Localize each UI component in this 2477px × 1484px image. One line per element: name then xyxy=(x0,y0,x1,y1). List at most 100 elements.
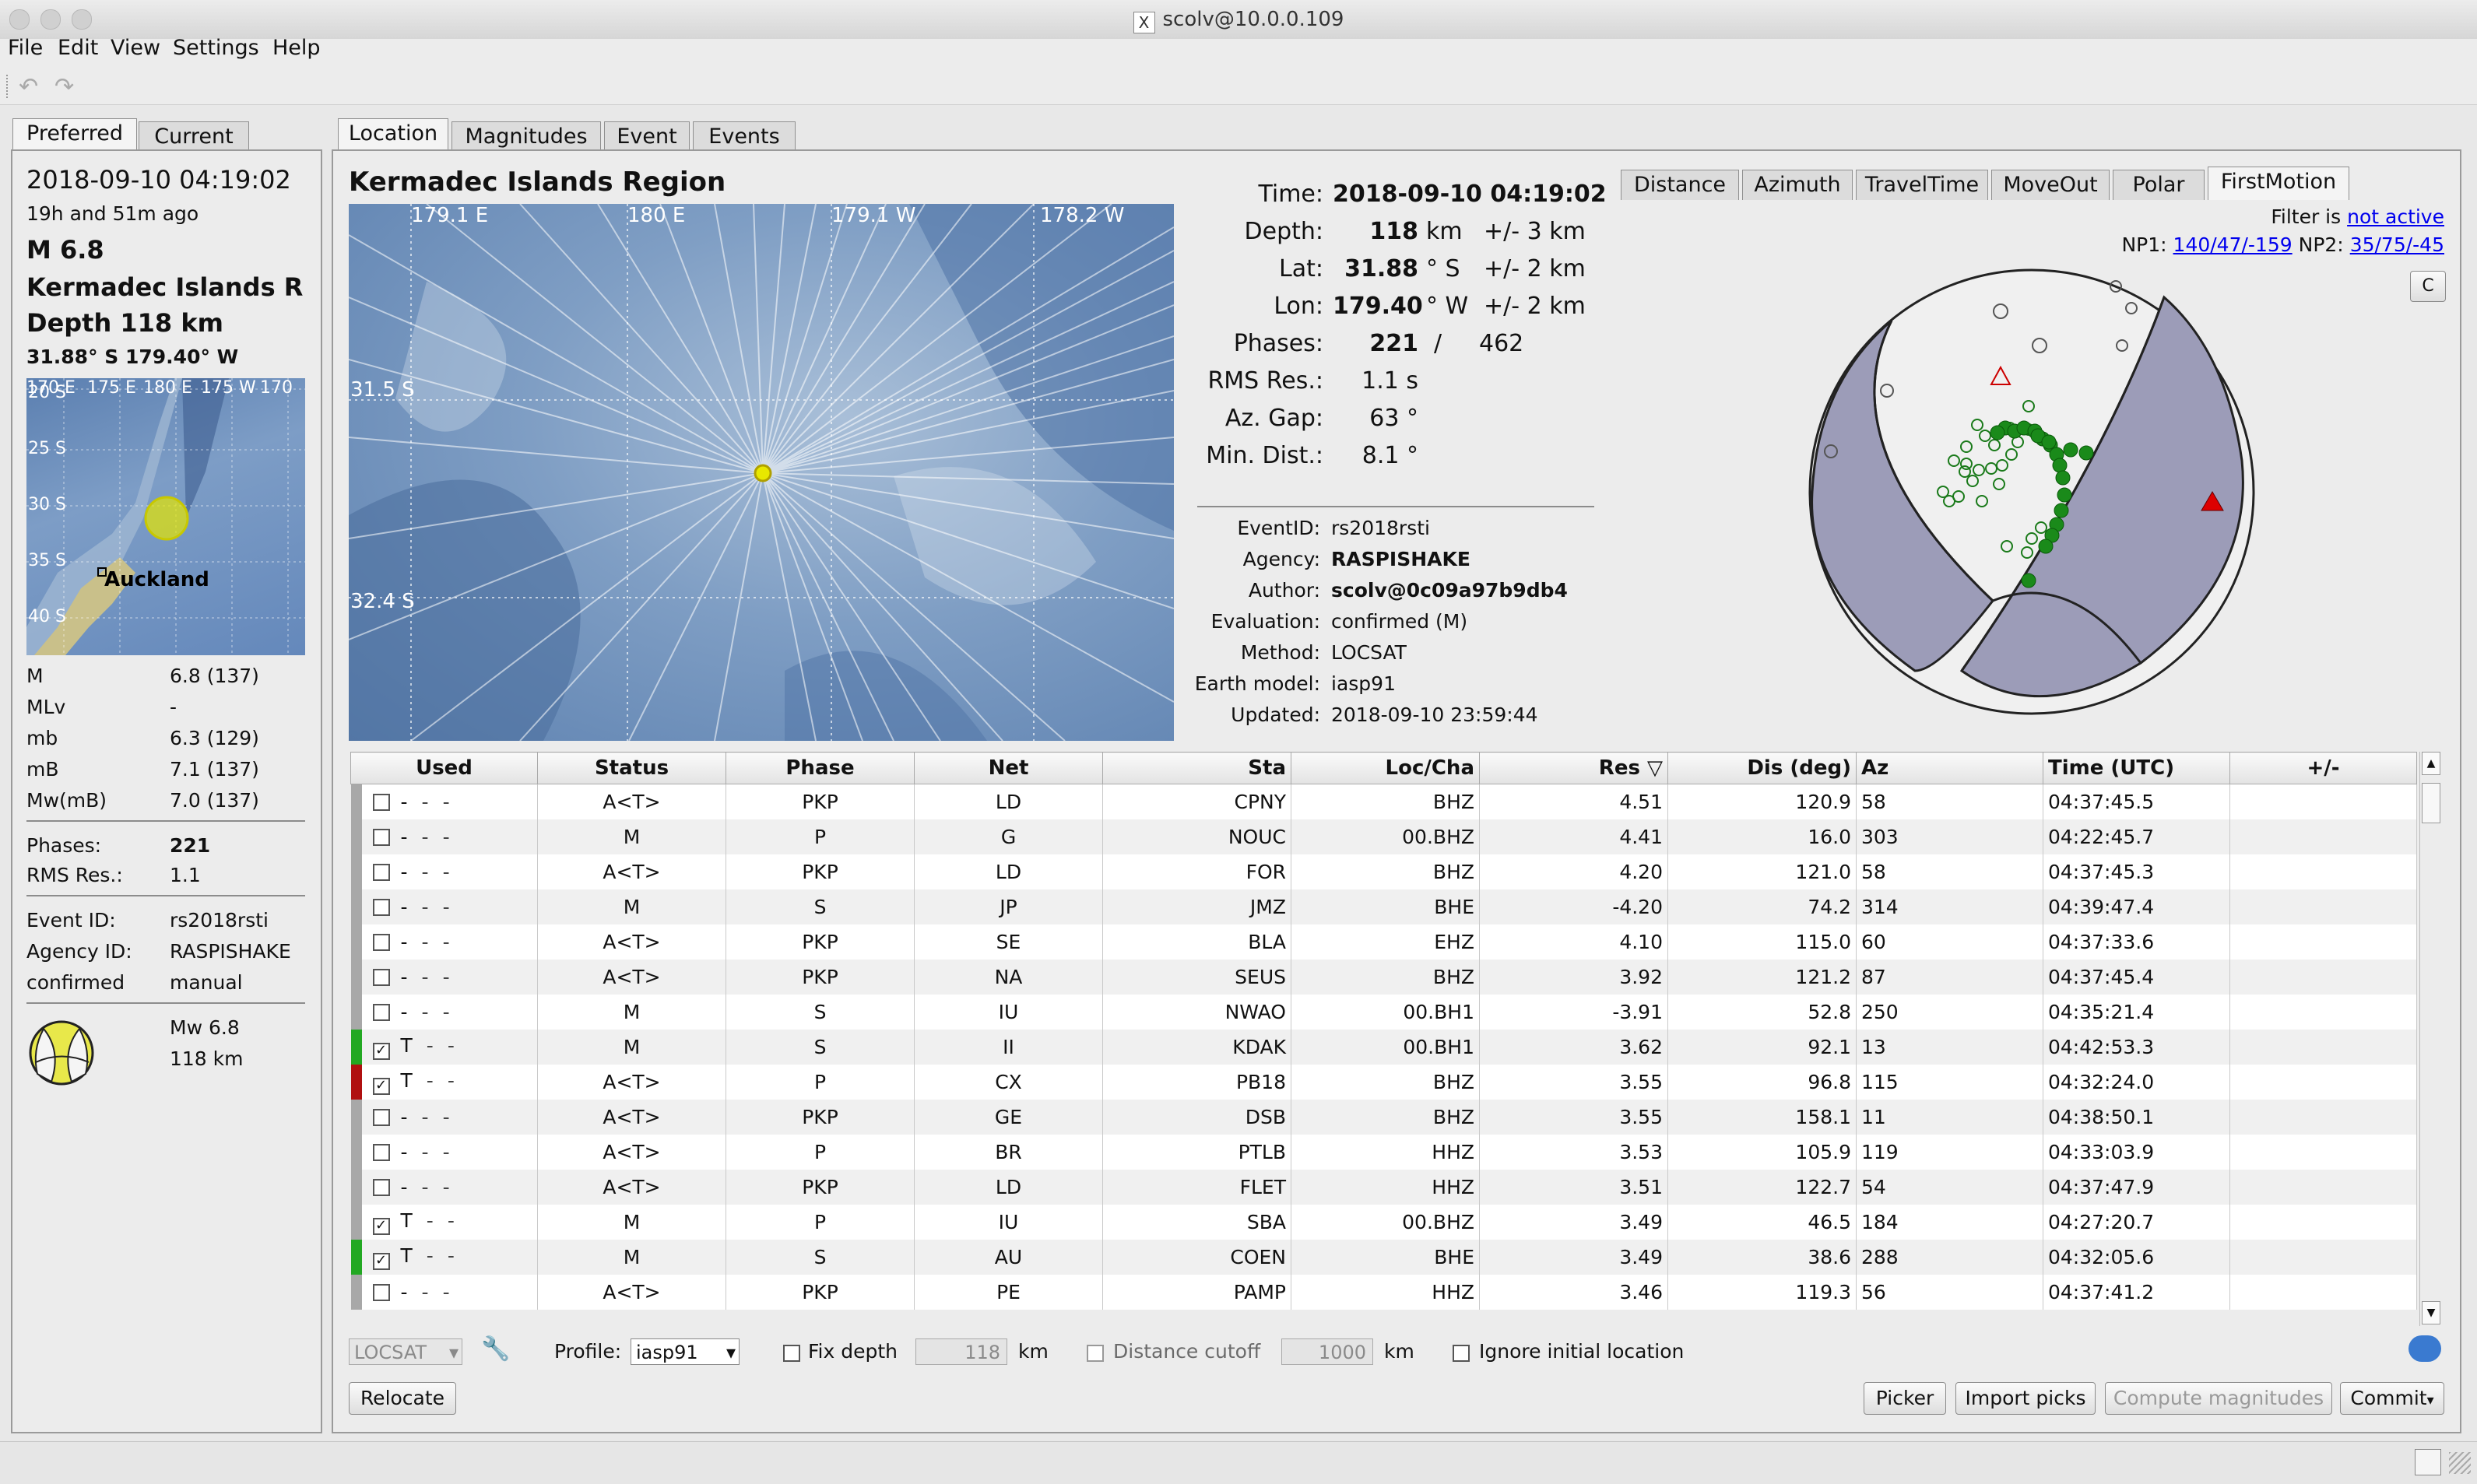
scroll-up-icon[interactable]: ▲ xyxy=(2422,752,2440,775)
used-checkbox[interactable] xyxy=(372,794,390,811)
table-row[interactable]: - - - A<T> PKP NA SEUS BHZ 3.92 121.2 87 04:37:45.4 xyxy=(350,960,2417,995)
fix-depth-checkbox[interactable] xyxy=(783,1345,800,1362)
cell-used[interactable]: --- xyxy=(350,1170,538,1205)
cell-used[interactable]: ✓ T - - xyxy=(350,1205,538,1240)
resize-grip-icon[interactable] xyxy=(2449,1452,2471,1474)
scroll-thumb[interactable] xyxy=(2422,783,2440,823)
tab-preferred[interactable]: Preferred xyxy=(12,118,137,152)
table-row[interactable]: - - - M P G NOUC 00.BHZ 4.41 16.0 303 04:22:45.7 xyxy=(350,819,2417,854)
picks-table[interactable]: Used Status Phase Net Sta Loc/Cha Res ▽ … xyxy=(350,752,2417,1310)
used-checkbox[interactable]: ✓ xyxy=(372,1078,390,1095)
cell-used[interactable]: ✓ T - - xyxy=(350,1240,538,1275)
fix-depth-input[interactable]: 118 xyxy=(915,1338,1007,1365)
import-picks-button[interactable]: Import picks xyxy=(1955,1382,2096,1415)
status-icon[interactable] xyxy=(2415,1449,2441,1475)
menu-view[interactable]: View xyxy=(111,36,160,60)
menu-settings[interactable]: Settings xyxy=(173,36,259,60)
filter-link[interactable]: not active xyxy=(2347,205,2444,228)
table-scrollbar[interactable]: ▲ ▼ xyxy=(2419,752,2440,1326)
profile-select[interactable]: iasp91 ▾ xyxy=(631,1338,740,1365)
col-header-status[interactable]: Status xyxy=(537,752,726,784)
tab-current[interactable]: Current xyxy=(139,121,249,152)
used-checkbox[interactable] xyxy=(372,1109,390,1126)
corner-button[interactable]: C xyxy=(2410,271,2446,302)
table-row[interactable]: - - - A<T> PKP SE BLA EHZ 4.10 115.0 60 04:37:33.6 xyxy=(350,924,2417,960)
cell-used[interactable]: --- xyxy=(350,995,538,1030)
menu-help[interactable]: Help xyxy=(272,36,321,60)
undo-icon[interactable]: ↶ xyxy=(19,73,38,100)
table-row[interactable]: ✓ T - - M S II KDAK 00.BH1 3.62 92.1 13 04:42:53.3 xyxy=(350,1030,2417,1065)
col-header-res[interactable]: Res ▽ xyxy=(1479,752,1668,784)
table-row[interactable]: ✓ T - - A<T> P CX PB18 BHZ 3.55 96.8 115 04:32:24.0 xyxy=(350,1065,2417,1100)
table-row[interactable]: - - - A<T> P BR PTLB HHZ 3.53 105.9 119 04:33:03.9 xyxy=(350,1135,2417,1170)
distance-cutoff-checkbox[interactable] xyxy=(1087,1345,1104,1362)
col-header-loccha[interactable]: Loc/Cha xyxy=(1291,752,1480,784)
tab-firstmotion[interactable]: FirstMotion xyxy=(2208,167,2349,200)
location-map[interactable]: 179.1 E 180 E 179.1 W 178.2 W 31.5 S 32.… xyxy=(349,204,1174,741)
used-checkbox[interactable] xyxy=(372,1179,390,1196)
cell-used[interactable]: --- xyxy=(350,889,538,924)
np2-link[interactable]: 35/75/-45 xyxy=(2350,233,2444,256)
tab-azimuth[interactable]: Azimuth xyxy=(1742,170,1853,200)
tab-polar[interactable]: Polar xyxy=(2113,170,2205,200)
used-checkbox[interactable] xyxy=(372,829,390,846)
menu-edit[interactable]: Edit xyxy=(58,36,98,60)
col-header-time[interactable]: Time (UTC) xyxy=(2043,752,2230,784)
wrench-icon[interactable]: 🔧 xyxy=(481,1335,510,1363)
col-header-dis[interactable]: Dis (deg) xyxy=(1667,752,1857,784)
col-header-err[interactable]: +/- xyxy=(2229,752,2417,784)
table-row[interactable]: - - - A<T> PKP GE DSB BHZ 3.55 158.1 11 04:38:50.1 xyxy=(350,1100,2417,1135)
tab-magnitudes[interactable]: Magnitudes xyxy=(451,121,601,152)
cell-used[interactable]: --- xyxy=(350,924,538,960)
cell-used[interactable]: ✓ T - - xyxy=(350,1065,538,1100)
redo-icon[interactable]: ↷ xyxy=(54,73,74,100)
cell-used[interactable]: --- xyxy=(350,1275,538,1310)
table-row[interactable]: ✓ T - - M P IU SBA 00.BHZ 3.49 46.5 184 04:27:20.7 xyxy=(350,1205,2417,1240)
tab-moveout[interactable]: MoveOut xyxy=(1991,170,2110,200)
relocate-button[interactable]: Relocate xyxy=(349,1382,456,1415)
used-checkbox[interactable]: ✓ xyxy=(372,1043,390,1060)
used-checkbox[interactable] xyxy=(372,1284,390,1301)
used-checkbox[interactable] xyxy=(372,1144,390,1161)
col-header-az[interactable]: Az xyxy=(1856,752,2043,784)
cell-used[interactable]: --- xyxy=(350,1100,538,1135)
table-row[interactable]: - - - M S JP JMZ BHE -4.20 74.2 314 04:39:47.4 xyxy=(350,889,2417,924)
used-checkbox[interactable]: ✓ xyxy=(372,1218,390,1235)
col-header-phase[interactable]: Phase xyxy=(726,752,915,784)
table-row[interactable]: ✓ T - - M S AU COEN BHE 3.49 38.6 288 04:32:05.6 xyxy=(350,1240,2417,1275)
ignore-initial-checkbox[interactable] xyxy=(1453,1345,1470,1362)
menu-file[interactable]: File xyxy=(8,36,43,60)
used-checkbox[interactable] xyxy=(372,899,390,916)
table-row[interactable]: - - - A<T> PKP LD FOR BHZ 4.20 121.0 58 04:37:45.3 xyxy=(350,854,2417,889)
scroll-down-icon[interactable]: ▼ xyxy=(2422,1301,2440,1324)
col-header-used[interactable]: Used xyxy=(350,752,538,784)
cell-used[interactable]: --- xyxy=(350,819,538,854)
tab-distance[interactable]: Distance xyxy=(1621,170,1739,200)
commit-button[interactable]: Commit▾ xyxy=(2340,1382,2444,1415)
table-row[interactable]: - - - A<T> PKP PE PAMP HHZ 3.46 119.3 56 04:37:41.2 xyxy=(350,1275,2417,1310)
table-row[interactable]: - - - A<T> PKP LD CPNY BHZ 4.51 120.9 58 04:37:45.5 xyxy=(350,784,2417,819)
col-header-net[interactable]: Net xyxy=(914,752,1103,784)
np1-link[interactable]: 140/47/-159 xyxy=(2173,233,2293,256)
cell-used[interactable]: --- xyxy=(350,960,538,995)
col-header-sta[interactable]: Sta xyxy=(1102,752,1291,784)
tab-events[interactable]: Events xyxy=(693,121,796,152)
used-checkbox[interactable] xyxy=(372,969,390,986)
cell-used[interactable]: --- xyxy=(350,784,538,819)
used-checkbox[interactable]: ✓ xyxy=(372,1253,390,1270)
compute-magnitudes-button[interactable]: Compute magnitudes xyxy=(2105,1382,2332,1415)
used-checkbox[interactable] xyxy=(372,934,390,951)
used-checkbox[interactable] xyxy=(372,1004,390,1021)
table-row[interactable]: - - - M S IU NWAO 00.BH1 -3.91 52.8 250 04:35:21.4 xyxy=(350,995,2417,1030)
tab-location[interactable]: Location xyxy=(338,118,448,152)
tab-event[interactable]: Event xyxy=(604,121,690,152)
chat-icon[interactable] xyxy=(2408,1335,2441,1362)
distance-cutoff-input[interactable]: 1000 xyxy=(1281,1338,1373,1365)
cell-used[interactable]: --- xyxy=(350,1135,538,1170)
used-checkbox[interactable] xyxy=(372,864,390,881)
cell-used[interactable]: --- xyxy=(350,854,538,889)
tab-traveltime[interactable]: TravelTime xyxy=(1856,170,1988,200)
first-motion-plot[interactable] xyxy=(1806,266,2257,721)
cell-used[interactable]: ✓ T - - xyxy=(350,1030,538,1065)
picker-button[interactable]: Picker xyxy=(1864,1382,1946,1415)
